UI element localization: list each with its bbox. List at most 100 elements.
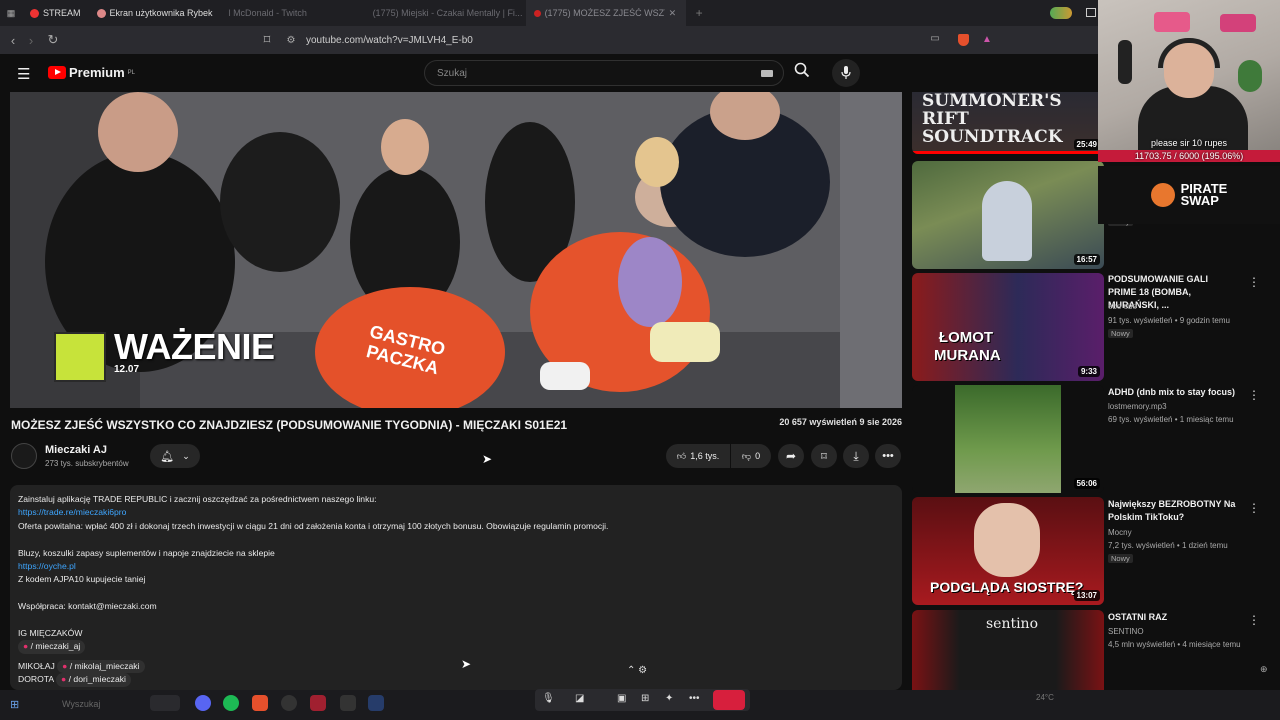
- description-link[interactable]: https://oyche.pl: [18, 560, 894, 573]
- sponsor-banner: PIRATE SWAP: [1098, 166, 1280, 224]
- microphone-icon[interactable]: 🎙︎: [542, 693, 555, 704]
- instagram-link[interactable]: ● / mikolaj_mieczaki: [57, 659, 145, 674]
- more-actions-button[interactable]: •••: [875, 444, 901, 468]
- taskbar-search[interactable]: Wyszukaj: [62, 699, 100, 709]
- more-vertical-icon[interactable]: ⋮: [1248, 501, 1260, 515]
- tab-youtube-1[interactable]: (1775) Miejski - Czakai Mentally | Fi...: [361, 0, 526, 26]
- video-controls-mini[interactable]: ⌃ ⚙: [627, 665, 647, 676]
- channel-name[interactable]: ebe ebe: [1108, 302, 1137, 311]
- brand-label: Premium: [69, 65, 125, 80]
- headphones: [1158, 38, 1220, 68]
- tab-stream[interactable]: STREAM: [22, 0, 89, 26]
- more-vertical-icon[interactable]: ⋮: [1248, 388, 1260, 402]
- video-duration: 25:49: [1073, 139, 1100, 150]
- app-icon[interactable]: [310, 695, 326, 711]
- more-horizontal-icon: •••: [882, 450, 894, 462]
- zoom-icon[interactable]: ⊕: [1260, 664, 1268, 675]
- app-icon[interactable]: [368, 695, 384, 711]
- recommended-video-thumbnail[interactable]: 56:06: [912, 385, 1104, 493]
- channel-avatar[interactable]: [11, 443, 37, 469]
- subscriber-count: 273 tys. subskrybentów: [45, 459, 129, 468]
- voice-search-button[interactable]: [832, 59, 860, 87]
- close-icon[interactable]: ✕: [669, 8, 677, 19]
- thumbs-up-icon: 👍︎: [676, 450, 687, 461]
- video-description[interactable]: Zainstaluj aplikację TRADE REPUBLIC i za…: [10, 485, 902, 690]
- brave-icon[interactable]: [252, 695, 268, 711]
- like-button[interactable]: 👍︎ 1,6 tys.: [666, 444, 730, 468]
- more-vertical-icon[interactable]: ⋮: [1248, 613, 1260, 627]
- recommended-video-thumbnail[interactable]: sentino: [912, 610, 1104, 690]
- rewards-icon[interactable]: ▲: [982, 34, 992, 45]
- save-button[interactable]: ⌑: [811, 444, 837, 468]
- search-input[interactable]: Szukaj: [424, 60, 784, 86]
- video-player[interactable]: GASTRO PACZKA WAŻENIE 12.07: [10, 92, 902, 408]
- recommended-video-title[interactable]: Największy BEZROBOTNY Na Polskim TikToku…: [1108, 498, 1238, 524]
- thumbnail-text: PODGLĄDA SIOSTRĘ?: [930, 579, 1084, 595]
- instagram-link[interactable]: ● / mieczaki_aj: [18, 640, 86, 654]
- windows-start-icon[interactable]: ⊞: [10, 698, 19, 711]
- brave-shield-icon[interactable]: [958, 34, 969, 46]
- microphone-icon: [841, 66, 851, 79]
- site-settings-icon[interactable]: ⚙: [282, 35, 300, 46]
- video-duration: 56:06: [1073, 478, 1100, 489]
- screen-share-icon[interactable]: ▣: [617, 693, 626, 704]
- reload-icon[interactable]: ↻: [44, 32, 62, 48]
- instagram-link[interactable]: ● / dori_mieczaki: [56, 673, 131, 687]
- back-icon[interactable]: ‹: [4, 33, 22, 48]
- bookmark-icon[interactable]: ⌑: [258, 32, 276, 48]
- recommended-video-thumbnail[interactable]: ŁOMOT MURANA 9:33: [912, 273, 1104, 381]
- browser-address-bar: ‹ › ↻ ⌑ ⚙ youtube.com/watch?v=JMLVH4_E-b…: [0, 26, 1100, 54]
- url-field[interactable]: youtube.com/watch?v=JMLVH4_E-b0: [306, 35, 473, 46]
- thumbnail-text: sentino: [985, 616, 1039, 632]
- video-stats: 4,5 mln wyświetleń • 4 miesiące temu: [1108, 640, 1241, 649]
- stop-share-button[interactable]: [713, 690, 745, 710]
- share-button[interactable]: ➦: [778, 444, 804, 468]
- download-icon: ⤓: [853, 448, 859, 463]
- tab-twitch[interactable]: l McDonald - Twitch: [221, 0, 361, 26]
- recommended-video-title[interactable]: OSTATNI RAZ: [1108, 611, 1238, 624]
- chevron-down-icon: ⌄: [182, 450, 190, 461]
- recommended-video-thumbnail[interactable]: 16:57: [912, 161, 1104, 269]
- thumbnail-figure: [982, 181, 1032, 261]
- spotify-icon[interactable]: [223, 695, 239, 711]
- tab-label: Ekran użytkownika Rybek: [109, 8, 213, 18]
- hamburger-menu-icon[interactable]: ☰: [17, 65, 30, 83]
- dislike-button[interactable]: 👎︎ 0: [731, 444, 771, 468]
- channel-name[interactable]: SENTINO: [1108, 627, 1144, 636]
- new-tab-icon[interactable]: +: [696, 6, 703, 20]
- camera-off-icon[interactable]: ◪: [575, 693, 584, 704]
- youtube-premium-logo[interactable]: Premium PL: [48, 65, 135, 80]
- description-link[interactable]: https://trade.re/mieczaki6pro: [18, 506, 894, 519]
- notification-bell-button[interactable]: 🔔︎ ⌄: [150, 444, 200, 468]
- more-horizontal-icon[interactable]: •••: [689, 693, 700, 704]
- app-icon[interactable]: [340, 695, 356, 711]
- tab-label: (1775) Miejski - Czakai Mentally | Fi...: [372, 8, 523, 18]
- window-icon[interactable]: [1086, 8, 1096, 17]
- channel-name[interactable]: Mocny: [1108, 528, 1132, 537]
- wall-sign: [1220, 14, 1256, 32]
- obs-icon[interactable]: [281, 695, 297, 711]
- donation-goal-bar: 11703.75 / 6000 (195.06%): [1098, 150, 1280, 162]
- tab-youtube-active[interactable]: (1775) MOŻESZ ZJEŚĆ WSZYSTKO... ✕: [525, 0, 686, 26]
- channel-name[interactable]: lostmemory.mp3: [1108, 402, 1167, 411]
- browser-menu-icon[interactable]: ▦: [0, 8, 22, 19]
- effects-icon[interactable]: ✦: [665, 693, 673, 704]
- channel-name[interactable]: Mieczaki AJ: [45, 444, 107, 456]
- view-count-date: 20 657 wyświetleń 9 sie 2026: [779, 417, 902, 427]
- recommended-video-thumbnail[interactable]: SUMMONER'S RIFT SOUNDTRACK 25:49: [912, 92, 1104, 154]
- description-line: Zainstaluj aplikację TRADE REPUBLIC i za…: [18, 494, 377, 504]
- app-icon[interactable]: [150, 695, 180, 711]
- forward-icon[interactable]: ›: [22, 33, 40, 48]
- search-button[interactable]: [786, 62, 818, 84]
- download-button[interactable]: ⤓: [843, 444, 869, 468]
- cast-icon[interactable]: ▭: [926, 33, 944, 44]
- extension-icon[interactable]: [1050, 7, 1072, 19]
- more-vertical-icon[interactable]: ⋮: [1248, 275, 1260, 289]
- discord-icon[interactable]: [195, 695, 211, 711]
- tab-rybek-screen[interactable]: Ekran użytkownika Rybek: [89, 0, 221, 26]
- grid-icon[interactable]: ⊞: [641, 693, 649, 704]
- recommended-video-thumbnail[interactable]: PODGLĄDA SIOSTRĘ? 13:07: [912, 497, 1104, 605]
- instagram-handle: / mikolaj_mieczaki: [69, 660, 140, 671]
- recommended-video-title[interactable]: ADHD (dnb mix to stay focus): [1108, 386, 1238, 399]
- keyboard-icon[interactable]: [761, 70, 773, 77]
